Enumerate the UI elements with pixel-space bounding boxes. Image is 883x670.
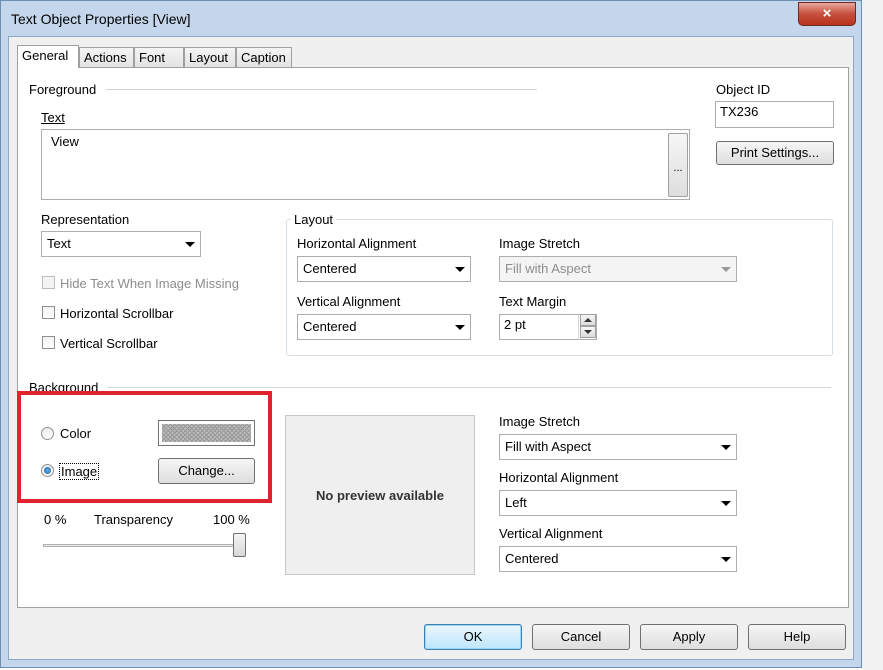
bg-h-align-value: Left (505, 495, 527, 510)
hide-text-label: Hide Text When Image Missing (60, 276, 239, 291)
help-label: Help (783, 629, 811, 644)
fg-v-align-label: Vertical Alignment (297, 294, 401, 309)
bg-image-stretch-label: Image Stretch (499, 414, 580, 429)
representation-select[interactable]: Text (41, 231, 201, 257)
tab-font-label: Font (139, 50, 166, 65)
fg-image-stretch-select[interactable]: Fill with Aspect (499, 256, 737, 282)
title-bar[interactable]: Text Object Properties [View] × (1, 1, 863, 37)
close-button[interactable]: × (798, 2, 856, 26)
chevron-down-icon (455, 267, 465, 272)
layout-group-title: Layout (291, 212, 337, 227)
spin-down-icon[interactable] (580, 326, 596, 338)
apply-button[interactable]: Apply (640, 624, 738, 650)
fg-image-stretch-value: Fill with Aspect (505, 261, 591, 276)
color-swatch-button[interactable] (158, 420, 255, 446)
chevron-down-icon (721, 445, 731, 450)
fg-h-align-value: Centered (303, 261, 357, 276)
transparency-min-label: 0 % (44, 512, 67, 527)
hide-text-checkbox[interactable] (42, 276, 55, 289)
image-radio[interactable] (41, 464, 54, 477)
representation-label: Representation (41, 212, 130, 227)
vertical-scrollbar-checkbox[interactable] (42, 336, 55, 349)
chevron-down-icon (721, 501, 731, 506)
bg-v-align-label: Vertical Alignment (499, 526, 603, 541)
tab-actions-label: Actions (84, 50, 127, 65)
background-divider (108, 387, 831, 388)
color-radio[interactable] (41, 427, 54, 440)
image-radio-label: Image (59, 463, 100, 480)
object-id-label: Object ID (716, 82, 771, 97)
bg-h-align-select[interactable]: Left (499, 490, 737, 516)
text-label: Text (41, 110, 65, 125)
fg-v-align-select[interactable]: Centered (297, 314, 471, 340)
text-margin-spinner[interactable] (578, 314, 596, 340)
bg-v-align-value: Centered (505, 551, 559, 566)
cancel-button[interactable]: Cancel (532, 624, 630, 650)
chevron-down-icon (721, 267, 731, 272)
background-app-strip-right (862, 0, 883, 670)
change-image-label: Change... (178, 463, 235, 478)
help-button[interactable]: Help (748, 624, 846, 650)
bg-h-align-label: Horizontal Alignment (499, 470, 619, 485)
transparency-slider-thumb[interactable] (233, 533, 246, 557)
ellipsis-icon: ... (673, 162, 683, 174)
fg-h-align-label: Horizontal Alignment (297, 236, 417, 251)
vertical-scrollbar-label: Vertical Scrollbar (60, 336, 158, 351)
object-id-field[interactable]: TX236 (715, 101, 834, 128)
fg-v-align-value: Centered (303, 319, 357, 334)
bg-image-stretch-select[interactable]: Fill with Aspect (499, 434, 737, 460)
transparency-slider-track[interactable] (43, 544, 246, 547)
tab-general[interactable]: General (17, 45, 79, 68)
object-id-value: TX236 (720, 104, 759, 119)
tab-layout[interactable]: Layout (184, 47, 236, 67)
apply-label: Apply (672, 629, 706, 644)
transparency-max-label: 100 % (213, 512, 250, 527)
color-radio-label: Color (60, 426, 92, 441)
print-settings-button[interactable]: Print Settings... (716, 141, 834, 165)
ok-label: OK (463, 629, 483, 644)
tab-font[interactable]: Font (134, 47, 184, 67)
cancel-label: Cancel (560, 629, 602, 644)
print-settings-label: Print Settings... (730, 145, 820, 160)
chevron-down-icon (455, 325, 465, 330)
bg-v-align-select[interactable]: Centered (499, 546, 737, 572)
image-preview: No preview available (285, 415, 475, 575)
tab-caption-label: Caption (241, 50, 286, 65)
text-input[interactable]: View (41, 129, 690, 200)
preview-text: No preview available (316, 488, 444, 503)
text-expression-button[interactable]: ... (668, 133, 688, 197)
chevron-down-icon (721, 557, 731, 562)
text-margin-label: Text Margin (499, 294, 567, 309)
close-icon: × (822, 5, 832, 22)
tab-caption[interactable]: Caption (236, 47, 292, 67)
spin-up-icon[interactable] (580, 314, 596, 326)
tab-actions[interactable]: Actions (79, 47, 134, 67)
horizontal-scrollbar-label: Horizontal Scrollbar (60, 306, 174, 321)
foreground-divider (106, 89, 537, 90)
text-margin-value: 2 pt (504, 317, 526, 332)
window-title: Text Object Properties [View] (11, 11, 191, 27)
chevron-down-icon (185, 242, 195, 247)
bg-image-stretch-value: Fill with Aspect (505, 439, 591, 454)
color-swatch-fill (162, 424, 251, 442)
tab-layout-label: Layout (189, 50, 229, 65)
foreground-section-label: Foreground (29, 82, 97, 97)
tab-general-label: General (22, 48, 69, 63)
ok-button[interactable]: OK (424, 624, 522, 650)
horizontal-scrollbar-checkbox[interactable] (42, 306, 55, 319)
transparency-label: Transparency (94, 512, 173, 527)
representation-value: Text (47, 236, 71, 251)
fg-h-align-select[interactable]: Centered (297, 256, 471, 282)
fg-image-stretch-label: Image Stretch (499, 236, 580, 251)
change-image-button[interactable]: Change... (158, 458, 255, 484)
text-input-value: View (51, 134, 79, 149)
highlight-annotation (17, 391, 272, 503)
